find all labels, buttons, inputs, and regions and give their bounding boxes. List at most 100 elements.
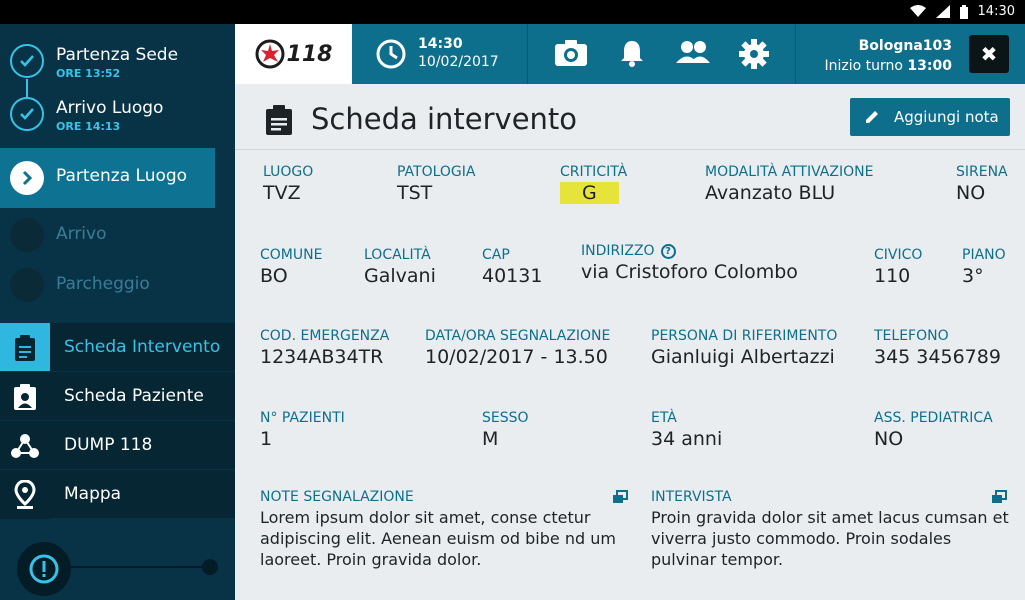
expand-icon[interactable] [991,489,1007,508]
shift-label: Inizio turno [824,58,903,74]
step-time: ORE 14:13 [56,120,121,133]
field-label: INDIRIZZO [581,243,655,259]
field-value: TVZ [263,182,301,204]
field-value: 34 anni [651,428,723,450]
battery-icon [959,4,968,19]
field-comune: COMUNE BO [260,247,322,287]
field-label: NOTE SEGNALAZIONE [260,489,414,505]
shift-time: 13:00 [907,58,952,74]
status-time: 14:30 [977,4,1015,19]
field-localita: LOCALITÀ Galvani [364,247,436,287]
step-title: Partenza Luogo [56,166,188,186]
field-cap: CAP 40131 [482,247,542,287]
field-telefono: TELEFONO 345 3456789 [874,328,1001,368]
help-icon[interactable]: ? [660,244,676,259]
field-label: TELEFONO [874,328,949,344]
field-value: Avanzato BLU [705,182,836,204]
team-icon[interactable] [675,38,711,72]
sidebar: Partenza Sede ORE 13:52 Arrivo Luogo ORE… [0,24,235,600]
check-icon [10,97,44,131]
camera-icon[interactable] [554,38,588,72]
chevron-right-icon [10,161,44,195]
pending-dot-icon [10,218,44,252]
field-label: COD. EMERGENZA [260,328,390,344]
nav-scheda-paziente[interactable]: Scheda Paziente [0,371,235,421]
field-value: Gianluigi Albertazzi [651,346,835,368]
patient-card-icon [0,372,50,421]
field-value: BO [260,265,288,287]
add-note-label: Aggiungi nota [894,108,999,126]
step-title: Parcheggio [56,274,150,294]
divider [527,24,528,84]
field-label: COMUNE [260,247,323,263]
nav-label: DUMP 118 [64,435,153,455]
field-luogo: LUOGO TVZ [263,164,313,204]
field-value: Lorem ipsum dolor sit amet, conse ctetur… [260,508,616,569]
logo-118: 118 [235,24,352,84]
field-label: MODALITÀ ATTIVAZIONE [705,164,874,180]
step-title: Arrivo [56,224,107,244]
field-label: SIRENA [956,164,1008,180]
close-button[interactable]: ✖ [969,35,1009,73]
step-title: Partenza Sede [56,45,179,65]
field-value: 3° [962,265,984,287]
field-label: ETÀ [651,410,677,426]
add-note-button[interactable]: Aggiungi nota [850,98,1010,136]
field-sesso: SESSO M [482,410,529,450]
nav-dump-118[interactable]: DUMP 118 [0,420,235,470]
field-value: via Cristoforo Colombo [581,261,798,283]
field-eta: ETÀ 34 anni [651,410,722,450]
criticality-badge: G [560,182,619,204]
step-title: Arrivo Luogo [56,98,164,118]
pencil-icon [866,111,878,123]
expand-icon[interactable] [612,489,628,508]
sos-slider-handle[interactable] [202,559,218,575]
page-header: Scheda intervento Aggiungi nota [235,84,1025,150]
map-pin-icon [0,470,50,519]
field-label: SESSO [482,410,529,426]
field-n-pazienti: N° PAZIENTI 1 [260,410,345,450]
field-cod-emergenza: COD. EMERGENZA 1234AB34TR [260,328,389,368]
clock-icon [375,38,407,74]
field-label: LUOGO [263,164,314,180]
divider [795,24,796,84]
station-info: Bologna103 Inizio turno 13:00 [825,36,953,76]
header-time: 14:30 [418,36,463,52]
signal-icon [935,5,950,18]
wifi-icon [909,5,926,18]
header-date: 10/02/2017 [418,54,499,70]
field-value: TST [397,182,433,204]
field-value: 1 [260,428,273,450]
field-value: Galvani [364,265,436,287]
field-label: INTERVISTA [651,489,732,505]
step-partenza-luogo[interactable]: Partenza Luogo [0,148,215,208]
nav-mappa[interactable]: Mappa [0,469,235,519]
nav-scheda-intervento[interactable]: Scheda Intervento [0,322,235,372]
field-value: 40131 [482,265,543,287]
sos-slider-track [70,566,210,568]
field-value: NO [874,428,904,450]
clipboard-icon [265,104,293,140]
nav-label: Mappa [64,484,122,504]
nav-label: Scheda Intervento [64,337,221,357]
field-label: LOCALITÀ [364,247,431,263]
network-icon [0,421,50,470]
check-icon [10,44,44,78]
field-value: 10/02/2017 - 13.50 [425,346,608,368]
nav-label: Scheda Paziente [64,386,204,406]
field-note-segnalazione: NOTE SEGNALAZIONE Lorem ipsum dolor sit … [260,489,630,570]
field-label: ASS. PEDIATRICA [874,410,993,426]
field-indirizzo: INDIRIZZO? via Cristoforo Colombo [581,243,798,283]
alert-button[interactable] [17,542,71,596]
field-value: 345 3456789 [874,346,1001,368]
page-title: Scheda intervento [311,102,578,136]
field-data-ora: DATA/ORA SEGNALAZIONE 10/02/2017 - 13.50 [425,328,610,368]
field-value: Proin gravida dolor sit amet lacus cumsa… [651,508,1009,569]
field-label: PIANO [962,247,1006,263]
bell-icon[interactable] [619,38,645,72]
field-label: PERSONA DI RIFERIMENTO [651,328,838,344]
field-civico: CIVICO 110 [874,247,922,287]
gear-icon[interactable] [738,38,770,74]
field-sirena: SIRENA NO [956,164,1008,204]
field-patologia: PATOLOGIA TST [397,164,475,204]
